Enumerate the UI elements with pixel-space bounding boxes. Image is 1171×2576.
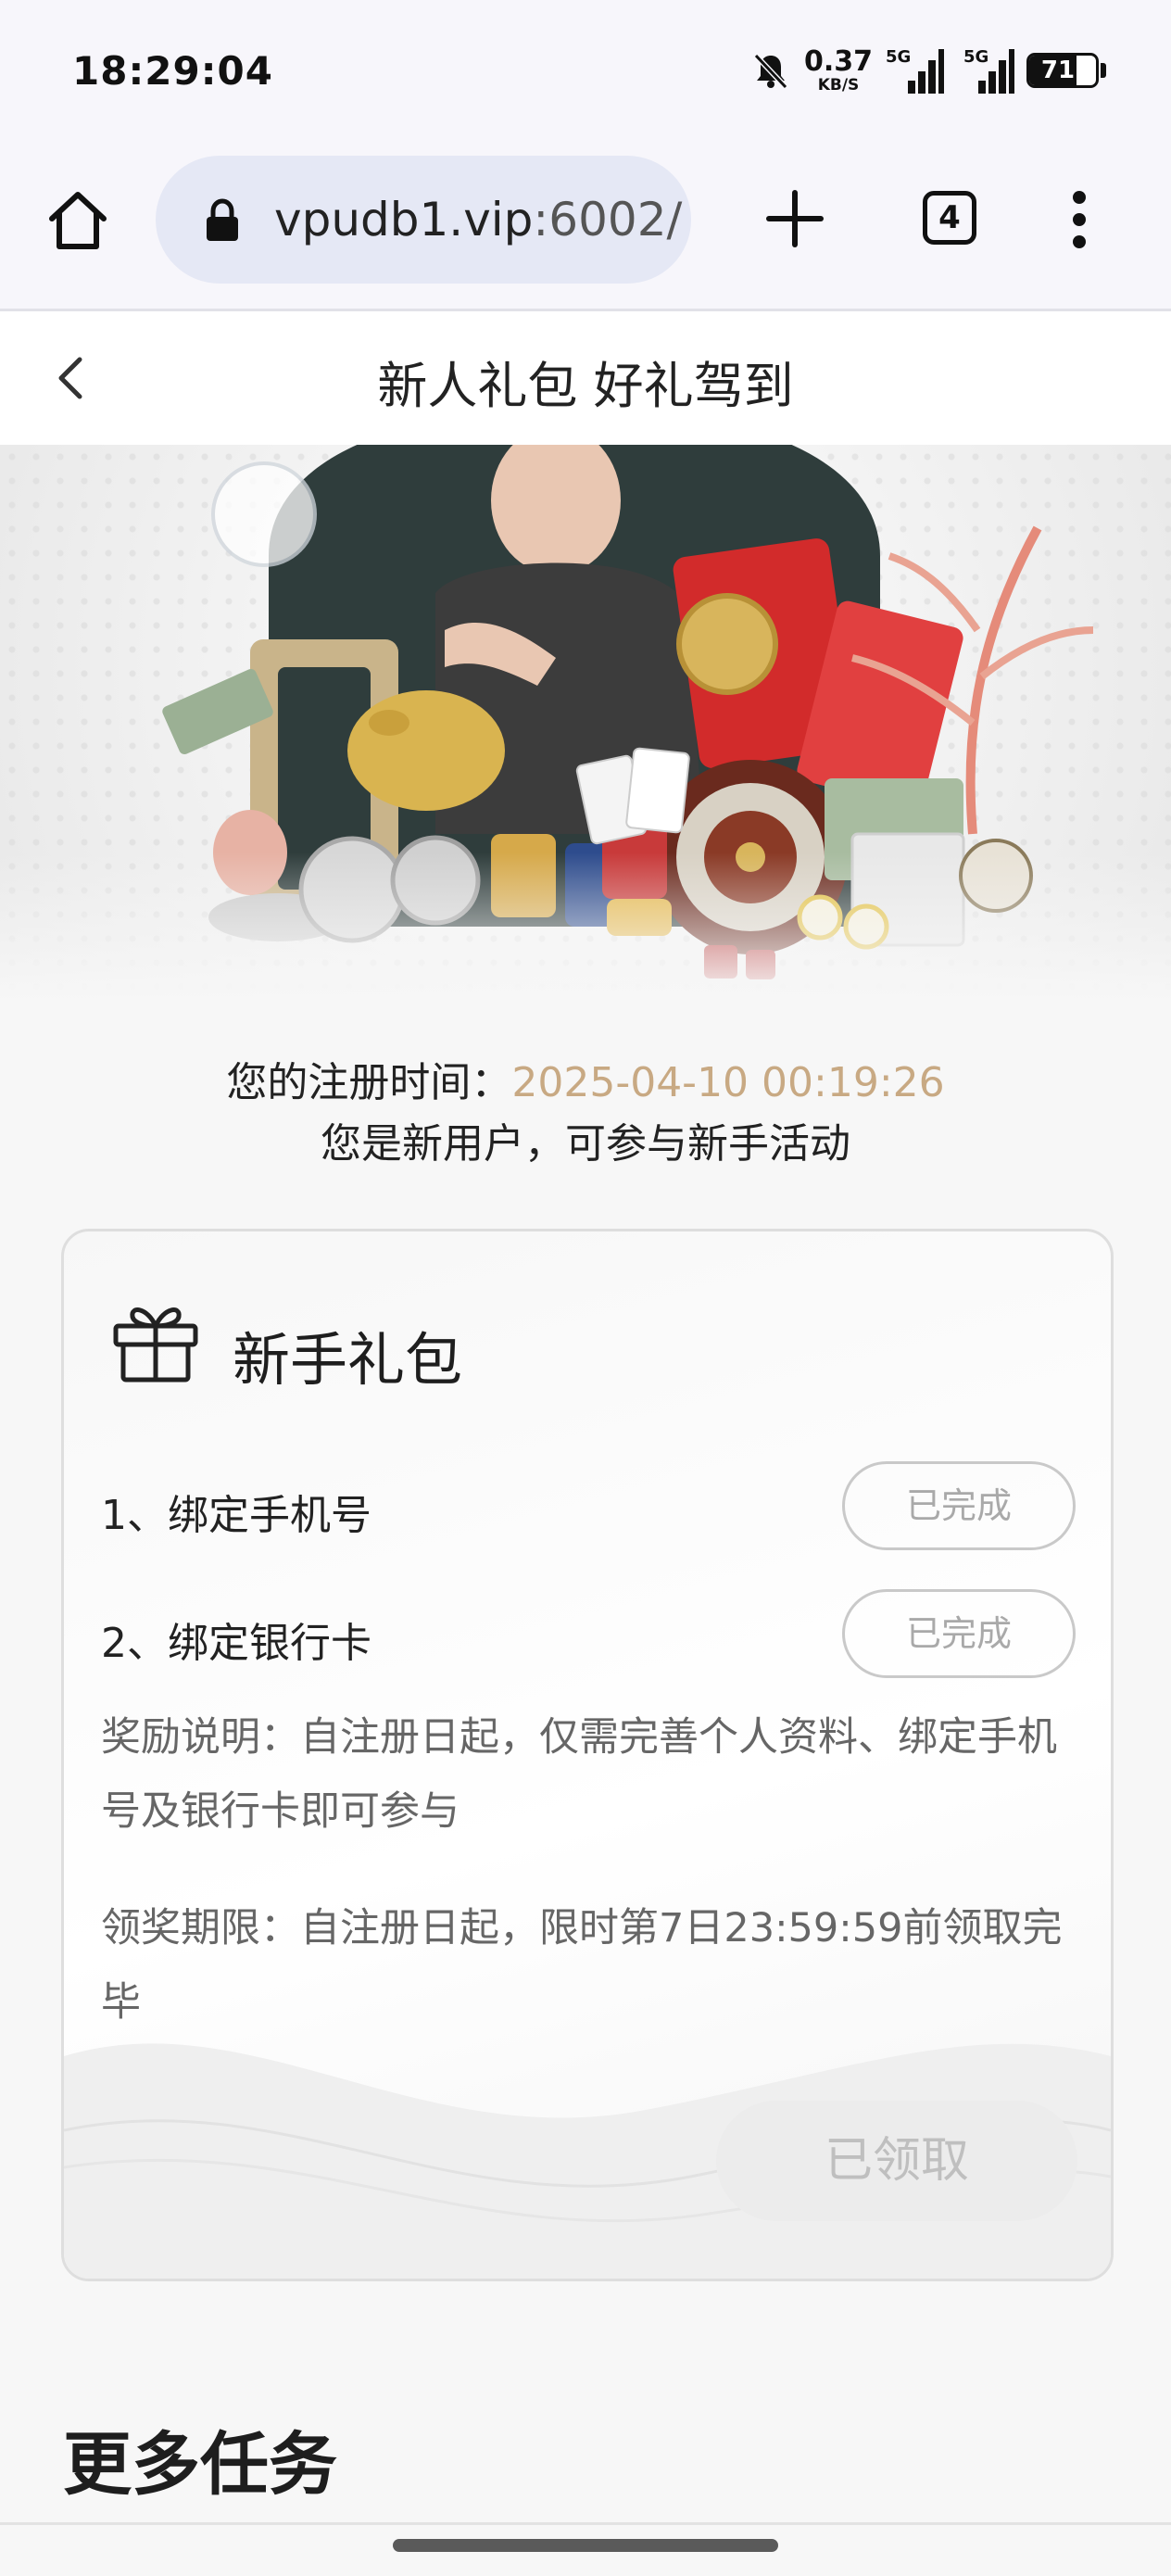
banner-fade (0, 852, 1171, 1001)
promo-banner (0, 445, 1171, 1001)
page-header: 新人礼包 好礼驾到 (0, 311, 1171, 445)
gift-icon (113, 1307, 198, 1383)
page-title: 新人礼包 好礼驾到 (377, 357, 794, 415)
reward-note: 奖励说明：自注册日起，仅需完善个人资料、绑定手机号及银行卡即可参与 (101, 1714, 1057, 1835)
registration-label: 您的注册时间： (226, 1059, 512, 1106)
deadline-note: 领奖期限：自注册日起，限时第7日23:59:59前领取完毕 (101, 1905, 1063, 2026)
signal-label-2: 5G (963, 47, 989, 67)
browser-toolbar: vpudb1.vip:6002/ 4 (0, 139, 1171, 311)
home-indicator[interactable] (393, 2539, 778, 2552)
plus-icon[interactable] (760, 183, 830, 254)
url-text: vpudb1.vip:6002/ (274, 193, 682, 246)
url-host: vpudb1.vip (274, 193, 534, 246)
tabs-icon[interactable]: 4 (923, 191, 976, 245)
bell-muted-icon (753, 53, 788, 90)
task-bind-bank-card-status[interactable]: 已完成 (842, 1589, 1076, 1678)
url-bar[interactable]: vpudb1.vip:6002/ (156, 156, 691, 284)
url-port: :6002/ (533, 193, 683, 246)
status-time: 18:29:04 (72, 48, 273, 94)
task-bind-phone-status[interactable]: 已完成 (842, 1461, 1076, 1550)
signal-label: 5G (886, 47, 912, 67)
status-bar: 18:29:04 0.37 KB/S 5G 5G 71 (0, 0, 1171, 139)
status-indicators: 0.37 KB/S 5G 5G 71 (750, 43, 1106, 98)
task-bind-bank-card: 2、绑定银行卡 (101, 1620, 371, 1667)
signal-icon-2: 5G (956, 47, 1014, 94)
screen: 18:29:04 0.37 KB/S 5G 5G 71 vpudb1.vip:6… (0, 0, 1171, 2576)
battery-icon: 71 (1026, 53, 1099, 88)
more-vert-icon[interactable] (1064, 191, 1095, 252)
net-speed-unit: KB/S (817, 75, 860, 95)
battery-tip (1101, 63, 1106, 78)
registration-message: 您是新用户，可参与新手活动 (321, 1120, 850, 1168)
registration-time: 您的注册时间：2025-04-10 00:19:26 (0, 1049, 1171, 1108)
home-icon[interactable] (43, 185, 113, 256)
net-speed-value: 0.37 (803, 44, 873, 78)
bottom-divider (0, 2522, 1171, 2525)
claimed-button[interactable]: 已领取 (716, 2101, 1077, 2221)
registration-date: 2025-04-10 00:19:26 (511, 1059, 945, 1106)
battery-level: 71 (1040, 57, 1076, 84)
signal-icon: 5G (886, 47, 944, 94)
net-speed: 0.37 KB/S (803, 44, 873, 95)
lock-icon (207, 198, 238, 241)
new-user-gift-card: 新手礼包 1、绑定手机号 已完成 2、绑定银行卡 已完成 奖励说明：自注册日起，… (61, 1229, 1114, 2281)
more-tasks-title: 更多任务 (63, 2425, 337, 2505)
card-title: 新手礼包 (233, 1326, 463, 1394)
task-bind-phone: 1、绑定手机号 (101, 1492, 371, 1539)
